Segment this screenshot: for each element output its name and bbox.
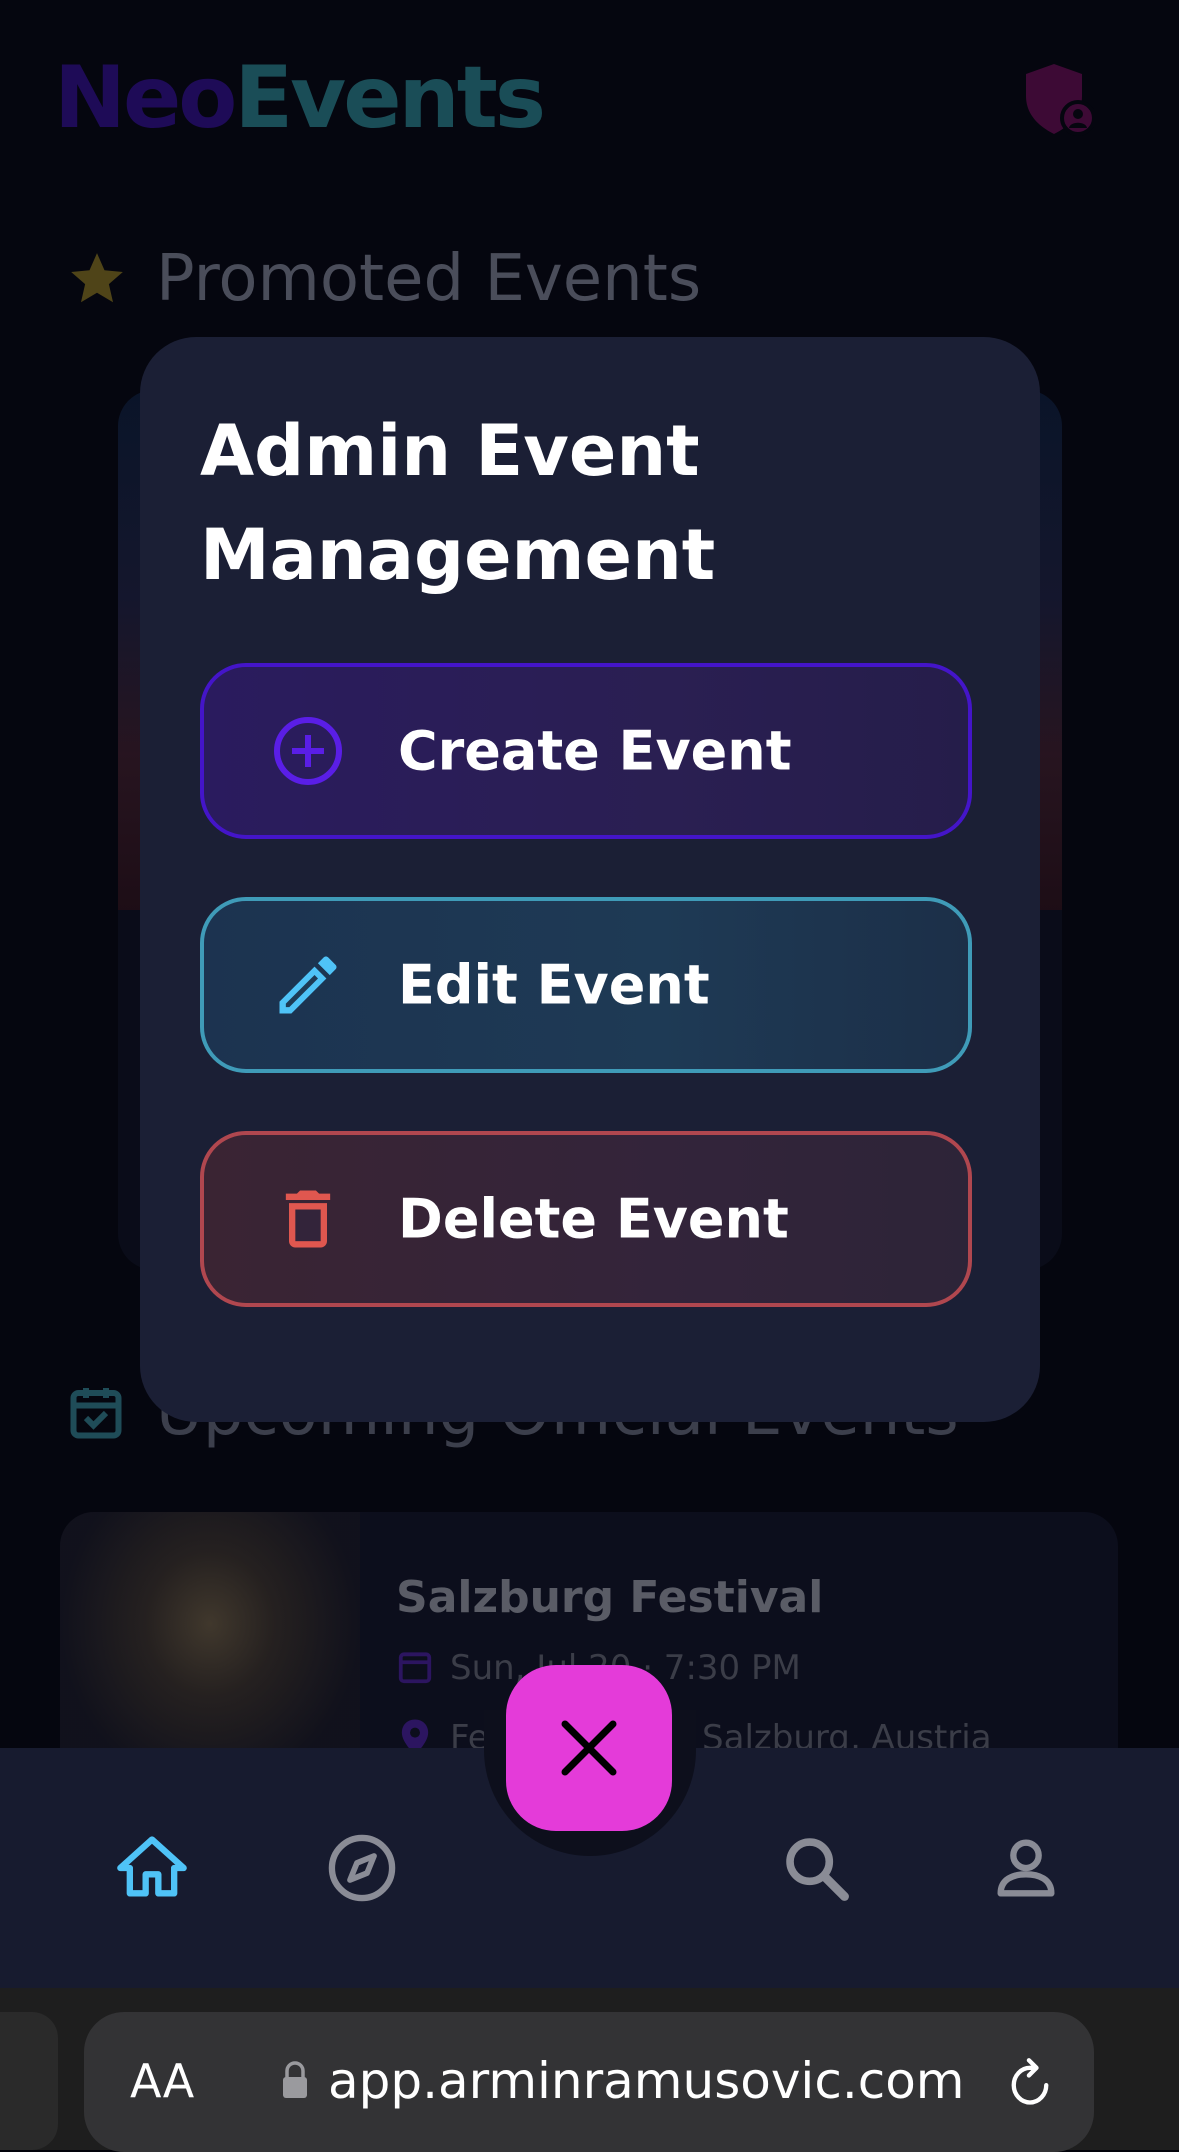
location-pin-icon bbox=[401, 1719, 429, 1748]
close-fab-button[interactable] bbox=[506, 1665, 672, 1831]
home-icon[interactable] bbox=[114, 1830, 190, 1906]
search-icon[interactable] bbox=[778, 1830, 854, 1906]
calendar-check-icon bbox=[70, 1388, 122, 1439]
logo-neo: Neo bbox=[54, 48, 237, 148]
edit-event-label: Edit Event bbox=[398, 953, 710, 1017]
admin-shield-icon[interactable] bbox=[1020, 62, 1094, 136]
create-event-button[interactable]: Create Event bbox=[200, 663, 972, 839]
delete-event-label: Delete Event bbox=[398, 1187, 789, 1251]
create-event-label: Create Event bbox=[398, 719, 792, 783]
event-thumbnail bbox=[60, 1512, 360, 1748]
lock-icon bbox=[283, 2061, 307, 2098]
text-size-button[interactable]: AA bbox=[130, 2054, 194, 2108]
event-title: Salzburg Festival bbox=[396, 1572, 824, 1623]
calendar-icon bbox=[398, 1652, 432, 1684]
promoted-events-title: Promoted Events bbox=[156, 242, 702, 316]
close-icon bbox=[561, 1720, 617, 1776]
edit-event-button[interactable]: Edit Event bbox=[200, 897, 972, 1073]
pencil-icon bbox=[279, 956, 337, 1014]
plus-circle-icon bbox=[274, 717, 342, 785]
logo-events: Events bbox=[234, 48, 546, 148]
trash-icon bbox=[285, 1190, 331, 1248]
profile-icon[interactable] bbox=[988, 1830, 1064, 1906]
delete-event-button[interactable]: Delete Event bbox=[200, 1131, 972, 1307]
admin-event-management-modal: Admin Event Management Create Event Edit… bbox=[140, 337, 1040, 1422]
app-logo[interactable]: NeoEvents bbox=[54, 48, 546, 148]
star-icon bbox=[71, 253, 123, 303]
previous-tab-peek[interactable] bbox=[0, 2012, 58, 2150]
explore-icon[interactable] bbox=[324, 1830, 400, 1906]
modal-title: Admin Event Management bbox=[200, 410, 716, 596]
reload-icon[interactable] bbox=[1004, 2054, 1056, 2112]
url-text: app.arminramusovic.com bbox=[328, 2052, 965, 2110]
